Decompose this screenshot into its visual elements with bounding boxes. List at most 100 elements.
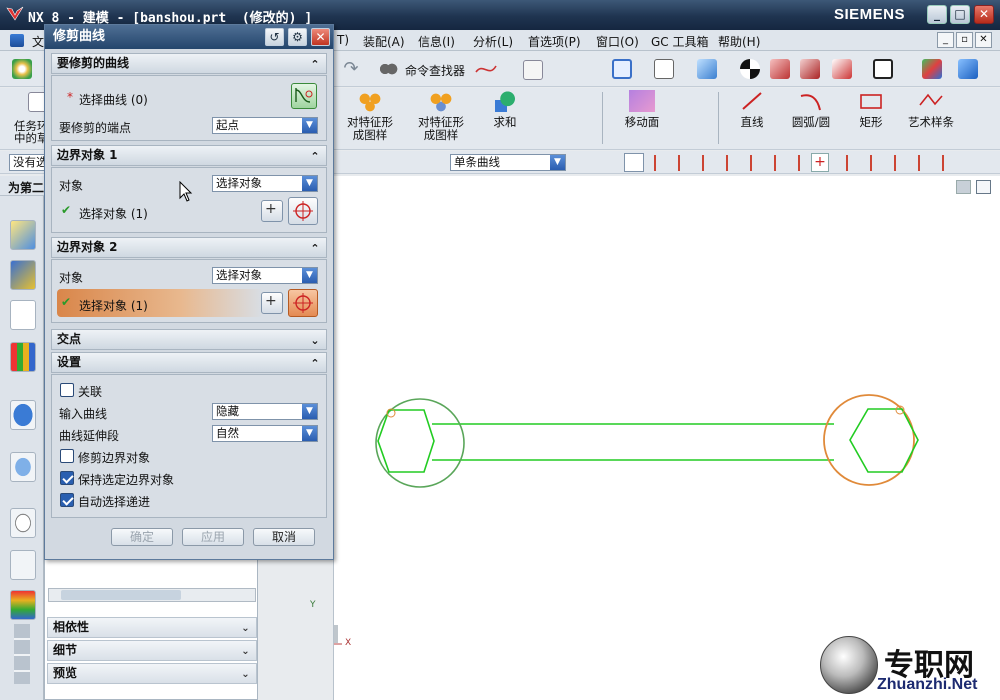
arc-circle-tool[interactable]: 圆弧/圆 xyxy=(788,90,834,129)
crosshair-select-icon[interactable] xyxy=(288,197,318,225)
ok-button[interactable]: 确定 xyxy=(111,528,173,546)
section-view-icon[interactable] xyxy=(770,59,790,79)
trim-endpoint-dropdown[interactable]: 起点 ▼ xyxy=(212,117,318,134)
settings-header[interactable]: 设置 ⌃ xyxy=(51,352,327,373)
visualization-icon[interactable] xyxy=(10,590,36,620)
app-menu-icon[interactable] xyxy=(10,34,24,47)
chevron-up-icon: ⌃ xyxy=(310,58,320,71)
scroll-thumb[interactable] xyxy=(61,590,181,600)
preview-section[interactable]: 预览 ⌄ xyxy=(47,663,257,684)
web-browser-icon[interactable] xyxy=(10,452,36,482)
crosshair-select-active-icon[interactable] xyxy=(288,289,318,317)
menu-tools[interactable]: T) xyxy=(337,33,349,47)
command-finder-label[interactable]: 命令查找器 xyxy=(405,62,465,79)
type-filter-dropdown[interactable]: 没有选 xyxy=(9,154,48,171)
render-style-icon[interactable] xyxy=(740,59,760,79)
wcs-icon[interactable] xyxy=(922,59,942,79)
chevron-down-icon: ⌄ xyxy=(241,669,250,680)
history-icon[interactable] xyxy=(10,508,36,538)
line-tool[interactable]: 直线 xyxy=(736,90,768,129)
mdi-minimize-button[interactable]: _ xyxy=(937,32,954,48)
maximize-button[interactable]: □ xyxy=(950,5,970,24)
minimize-button[interactable]: _ xyxy=(927,5,947,24)
menu-assembly[interactable]: 装配(A) xyxy=(363,33,405,50)
boundary-2-header[interactable]: 边界对象 2 ⌃ xyxy=(51,237,327,258)
left-hexagon[interactable] xyxy=(377,409,435,473)
move-face-tool[interactable]: 移动面 xyxy=(620,90,664,129)
snap-toggle-icon[interactable] xyxy=(624,153,644,172)
dependencies-section[interactable]: 相依性 ⌄ xyxy=(47,617,257,638)
pattern-feature-tool-1[interactable]: 对特征形 成图样 xyxy=(345,90,395,142)
mdi-restore-button[interactable]: ▫ xyxy=(956,32,973,48)
fit-view-icon[interactable] xyxy=(612,59,632,79)
binoculars-icon[interactable] xyxy=(378,59,398,79)
associative-checkbox[interactable] xyxy=(60,383,74,397)
boundary-1-header[interactable]: 边界对象 1 ⌃ xyxy=(51,145,327,166)
view-orient-icon[interactable] xyxy=(654,59,674,79)
menu-information[interactable]: 信息(I) xyxy=(418,33,455,50)
studio-spline-tool[interactable]: 艺术样条 xyxy=(905,90,957,129)
rectangle-tool[interactable]: 矩形 xyxy=(855,90,887,129)
background-color-icon[interactable] xyxy=(873,59,893,79)
resource-scroll-icon[interactable] xyxy=(14,624,30,684)
boundary-1-select-label[interactable]: 选择对象 (1) xyxy=(79,205,148,222)
keep-boundary-checkbox[interactable] xyxy=(60,471,74,485)
cancel-button[interactable]: 取消 xyxy=(253,528,315,546)
left-boundary-circle[interactable] xyxy=(375,398,465,488)
part-navigator-icon[interactable] xyxy=(10,300,36,330)
reuse-library-icon[interactable] xyxy=(10,342,36,372)
curve-extension-value: 自然 xyxy=(216,426,239,440)
existing-point-icon[interactable]: + xyxy=(811,153,829,172)
layer-cube-icon[interactable] xyxy=(800,59,820,79)
mdi-close-button[interactable]: ✕ xyxy=(975,32,992,48)
graphics-window[interactable]: Y X xyxy=(310,176,1000,700)
details-section[interactable]: 细节 ⌄ xyxy=(47,640,257,661)
menu-file[interactable]: 文 xyxy=(32,33,44,50)
move-object-icon[interactable] xyxy=(958,59,978,79)
dependencies-label: 相依性 xyxy=(53,620,90,634)
reset-icon[interactable]: ↺ xyxy=(265,28,284,46)
redo-icon[interactable]: ↷ xyxy=(341,60,361,80)
select-curve-icon[interactable] xyxy=(291,83,317,109)
info-tool-icon[interactable] xyxy=(523,60,543,80)
add-object-icon[interactable]: + xyxy=(261,200,283,222)
assembly-navigator-icon[interactable] xyxy=(10,220,36,250)
boundary-1-object-dropdown[interactable]: 选择对象 ▼ xyxy=(212,175,318,192)
dialog-close-button[interactable]: ✕ xyxy=(311,28,330,46)
curve-extension-dropdown[interactable]: 自然 ▼ xyxy=(212,425,318,442)
system-materials-icon[interactable] xyxy=(10,550,36,580)
trim-endpoint-label: 要修剪的端点 xyxy=(59,121,132,135)
trim-boundary-checkbox[interactable] xyxy=(60,449,74,463)
hide-cube-icon[interactable] xyxy=(832,59,852,79)
auto-advance-checkbox[interactable] xyxy=(60,493,74,507)
input-curve-dropdown[interactable]: 隐藏 ▼ xyxy=(212,403,318,420)
unite-tool[interactable]: 求和 xyxy=(488,90,522,129)
snap-point-icons[interactable] xyxy=(648,155,948,171)
boundary-2-select-label[interactable]: 选择对象 (1) xyxy=(79,297,148,314)
settings-title: 设置 xyxy=(57,355,82,369)
intersection-header[interactable]: 交点 ⌄ xyxy=(51,329,327,350)
start-icon[interactable] xyxy=(12,59,32,79)
curve-to-trim-header[interactable]: 要修剪的曲线 ⌃ xyxy=(51,53,327,74)
menu-preferences[interactable]: 首选项(P) xyxy=(528,33,581,50)
info-window-icon[interactable] xyxy=(10,400,36,430)
select-curve-label[interactable]: 选择曲线 (0) xyxy=(79,91,148,108)
pattern-feature-tool-2[interactable]: 对特征形 成图样 xyxy=(416,90,466,142)
navigator-scrollbar[interactable] xyxy=(48,588,256,602)
curve-tool-icon[interactable] xyxy=(475,60,497,80)
boundary-2-object-dropdown[interactable]: 选择对象 ▼ xyxy=(212,267,318,284)
chevron-up-icon: ⌃ xyxy=(310,357,320,370)
add-object-icon[interactable]: + xyxy=(261,292,283,314)
menu-analysis[interactable]: 分析(L) xyxy=(473,33,513,50)
close-window-button[interactable]: ✕ xyxy=(974,5,994,24)
boundary-2-object-value: 选择对象 xyxy=(216,268,262,282)
apply-button[interactable]: 应用 xyxy=(182,528,244,546)
menu-gc-toolbox[interactable]: GC 工具箱 xyxy=(651,33,709,50)
constraint-navigator-icon[interactable] xyxy=(10,260,36,290)
gear-icon[interactable]: ⚙ xyxy=(288,28,307,46)
menu-window[interactable]: 窗口(O) xyxy=(596,33,639,50)
curve-rule-dropdown[interactable]: 单条曲线 ▼ xyxy=(450,154,566,171)
shaded-cube-icon[interactable] xyxy=(697,59,717,79)
menu-help[interactable]: 帮助(H) xyxy=(718,33,760,50)
type-filter-value: 没有选 xyxy=(13,155,48,169)
